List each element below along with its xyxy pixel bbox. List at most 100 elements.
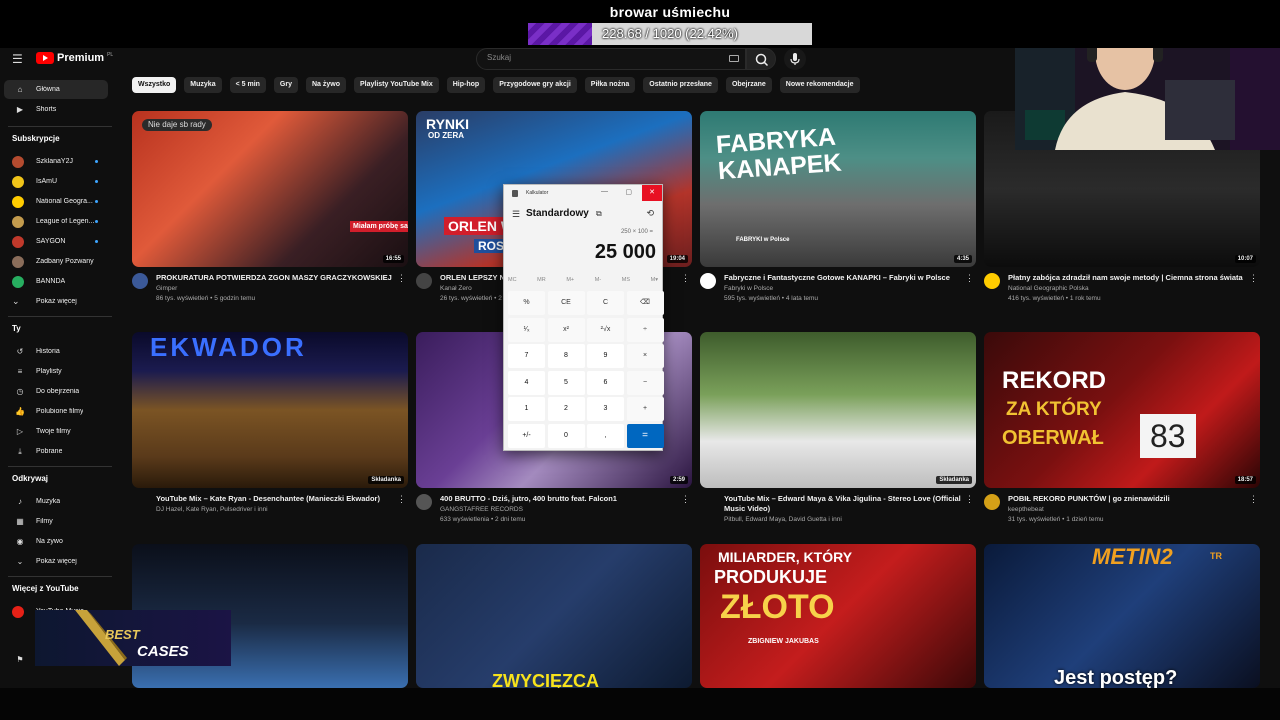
calculator-key[interactable]: −	[626, 370, 664, 395]
calculator-key[interactable]: ,	[587, 423, 624, 448]
filter-chip[interactable]: Ostatnio przesłane	[643, 77, 718, 93]
calculator-key[interactable]: 9	[587, 344, 624, 368]
video-card[interactable]: Nie daje sb rady Miałam próbę samobójczą 1…	[132, 111, 408, 326]
video-card[interactable]: METIN2 TR Jest postęp?	[984, 544, 1260, 688]
sidebar-item[interactable]: SzklanaY2J	[4, 152, 108, 171]
sidebar-item[interactable]: ⌄ Pokaż więcej	[4, 552, 108, 571]
memory-button[interactable]: M+	[566, 277, 574, 283]
hamburger-icon[interactable]: ☰	[512, 209, 520, 220]
explore-heading[interactable]: Odkrywaj	[12, 474, 48, 483]
filter-chip[interactable]: Na żywo	[305, 77, 346, 93]
video-card[interactable]: Składanka YouTube Mix – Edward Maya & Vik…	[700, 332, 976, 547]
calculator-window[interactable]: Kalkulator — ▢ ✕ ☰ Standardowy ⧉ ⟲ 250 ×…	[503, 184, 664, 451]
video-thumbnail[interactable]: METIN2 TR Jest postęp?	[984, 544, 1260, 688]
channel-avatar[interactable]	[416, 273, 432, 289]
memory-button[interactable]: M-	[595, 277, 601, 283]
video-title[interactable]: Płatny zabójca zdradził nam swoje metody…	[1008, 273, 1248, 283]
calculator-key[interactable]: ¹⁄ₓ	[508, 317, 545, 342]
calculator-key[interactable]: ²√x	[587, 317, 624, 342]
video-thumbnail[interactable]: Składanka	[700, 332, 976, 488]
video-card[interactable]: MILIARDER, KTÓRY PRODUKUJE ZŁOTO ZBIGNIEW J…	[700, 544, 976, 688]
calculator-key[interactable]: 6	[587, 370, 624, 395]
filter-chip[interactable]: Przygodowe gry akcji	[493, 77, 577, 93]
keyboard-icon[interactable]	[729, 55, 739, 62]
sidebar-item[interactable]: ⌄ Pokaż więcej	[4, 292, 108, 311]
sidebar-item[interactable]: ▶ Shorts	[4, 100, 108, 119]
sidebar-item[interactable]: ⤓ Pobrane	[4, 442, 108, 461]
video-card[interactable]: EKWADOR Składanka YouTube Mix – Kate Ryan …	[132, 332, 408, 547]
more-options-icon[interactable]: ⋮	[1249, 273, 1258, 284]
channel-avatar[interactable]	[700, 273, 716, 289]
calculator-key[interactable]: 0	[547, 423, 585, 448]
menu-icon[interactable]: ☰	[12, 53, 24, 65]
calculator-key[interactable]: ×	[626, 344, 664, 368]
history-icon[interactable]: ⟲	[646, 208, 654, 219]
sidebar-item[interactable]: ≡ Playlisty	[4, 362, 108, 381]
calculator-key[interactable]: +/-	[508, 423, 545, 448]
video-title[interactable]: 400 BRUTTO - Dziś, jutro, 400 brutto fea…	[440, 494, 680, 504]
memory-button[interactable]: MC	[508, 277, 517, 283]
calculator-key[interactable]: %	[508, 291, 545, 315]
calculator-key[interactable]: x²	[547, 317, 585, 342]
calculator-key[interactable]: =	[626, 423, 664, 448]
calculator-key[interactable]: 7	[508, 344, 545, 368]
sidebar-item[interactable]: ◷ Do obejrzenia	[4, 382, 108, 401]
close-button[interactable]: ✕	[642, 185, 662, 201]
maximize-button[interactable]: ▢	[625, 188, 632, 196]
channel-name[interactable]: Kanał Zero	[440, 285, 472, 292]
channel-avatar[interactable]	[132, 273, 148, 289]
sidebar-item[interactable]: IsAmU	[4, 172, 108, 191]
filter-chip[interactable]: Nowe rekomendacje	[779, 77, 860, 93]
video-thumbnail[interactable]: ZWYCIĘZCA	[416, 544, 692, 688]
calculator-key[interactable]: 3	[587, 397, 624, 421]
filter-chip[interactable]: Gry	[273, 77, 298, 93]
channel-avatar[interactable]	[416, 494, 432, 510]
channel-name[interactable]: GANGSTAFREE RECORDS	[440, 506, 523, 513]
calculator-key[interactable]: 8	[547, 344, 585, 368]
channel-name[interactable]: DJ Hazel, Kate Ryan, Pulsedriver i inni	[156, 506, 268, 513]
filter-chip[interactable]: < 5 min	[229, 77, 266, 93]
more-options-icon[interactable]: ⋮	[681, 273, 690, 284]
sidebar-item[interactable]: BANNDA	[4, 272, 108, 291]
channel-name[interactable]: National Geographic Polska	[1008, 285, 1089, 292]
more-options-icon[interactable]: ⋮	[397, 494, 406, 505]
calculator-key[interactable]: 1	[508, 397, 545, 421]
search-input[interactable]: Szukaj	[476, 48, 746, 70]
more-options-icon[interactable]: ⋮	[1249, 494, 1258, 505]
sidebar-item[interactable]: ◉ Na żywo	[4, 532, 108, 551]
subscriptions-heading[interactable]: Subskrypcje	[12, 134, 60, 143]
youtube-logo[interactable]: Premium PL	[36, 52, 113, 64]
sidebar-item[interactable]: ↺ Historia	[4, 342, 108, 361]
sidebar-item[interactable]: Zadbany Pozwany	[4, 252, 108, 271]
channel-name[interactable]: Fabryki w Polsce	[724, 285, 773, 292]
sidebar-item[interactable]: SAYGON	[4, 232, 108, 251]
filter-chip[interactable]: Piłka nożna	[584, 77, 636, 93]
calculator-key[interactable]: CE	[547, 291, 585, 315]
memory-button[interactable]: M▾	[651, 277, 658, 283]
sidebar-item[interactable]: National Geogra...	[4, 192, 108, 211]
sidebar-item[interactable]: ⌂ Główna	[4, 80, 108, 99]
search-button[interactable]	[746, 48, 776, 70]
keep-on-top-icon[interactable]: ⧉	[596, 209, 602, 219]
calculator-key[interactable]: 4	[508, 370, 545, 395]
calculator-key[interactable]: C	[587, 291, 624, 315]
sidebar-item[interactable]: ♪ Muzyka	[4, 492, 108, 511]
channel-avatar[interactable]	[984, 273, 1000, 289]
more-options-icon[interactable]: ⋮	[681, 494, 690, 505]
minimize-button[interactable]: —	[601, 188, 608, 195]
filter-chip[interactable]: Wszystko	[132, 77, 177, 93]
video-title[interactable]: YouTube Mix – Kate Ryan - Desenchantee (…	[156, 494, 396, 504]
video-thumbnail[interactable]: REKORD ZA KTÓRY OBERWAŁ 83 18:57	[984, 332, 1260, 488]
calculator-key[interactable]: ÷	[626, 317, 664, 342]
more-from-youtube-heading[interactable]: Więcej z YouTube	[12, 584, 79, 593]
channel-name[interactable]: keepthebeat	[1008, 506, 1044, 513]
video-thumbnail[interactable]: MILIARDER, KTÓRY PRODUKUJE ZŁOTO ZBIGNIEW J…	[700, 544, 976, 688]
video-title[interactable]: Fabryczne i Fantastyczne Gotowe KANAPKI …	[724, 273, 964, 283]
video-title[interactable]: YouTube Mix – Edward Maya & Vika Jigulin…	[724, 494, 964, 514]
calculator-titlebar[interactable]: Kalkulator — ▢ ✕	[504, 185, 662, 201]
filter-chip[interactable]: Obejrzane	[725, 77, 772, 93]
memory-button[interactable]: MS	[622, 277, 630, 283]
more-options-icon[interactable]: ⋮	[965, 494, 974, 505]
video-thumbnail[interactable]: Nie daje sb rady Miałam próbę samobójczą 1…	[132, 111, 408, 267]
memory-button[interactable]: MR	[537, 277, 546, 283]
